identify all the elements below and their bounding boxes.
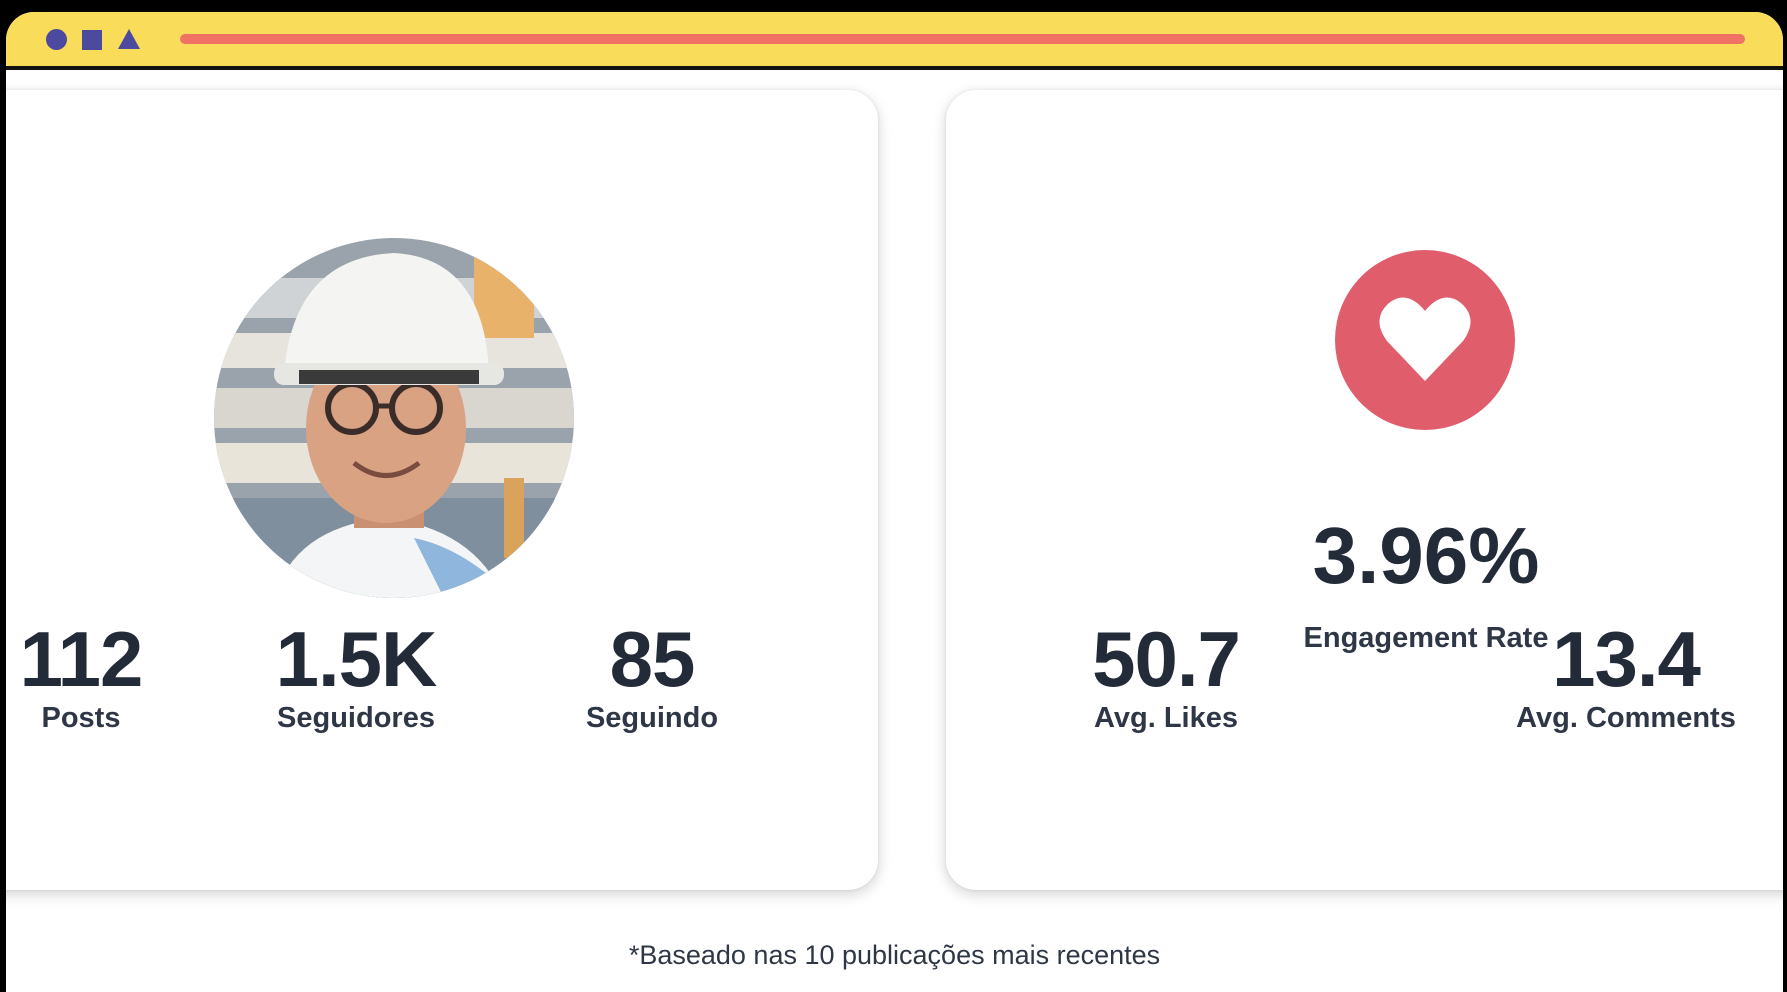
- title-bar: [6, 12, 1783, 70]
- engagement-rate-value: 3.96%: [1312, 511, 1540, 600]
- stat-label: Avg. Comments: [1516, 702, 1736, 734]
- heart-icon: [1335, 250, 1515, 430]
- stat-value: 50.7: [1092, 615, 1241, 703]
- stat-following: 85 Seguindo: [562, 620, 742, 735]
- stat-avg-likes: 50.7 Avg. Likes: [1086, 620, 1246, 735]
- browser-window: 112 Posts 1.5K Seguidores 85 Seguindo 3.…: [6, 12, 1783, 992]
- stat-avg-comments: 13.4 Avg. Comments: [1506, 620, 1746, 735]
- avatar: [214, 238, 574, 598]
- footnote: *Baseado nas 10 publicações mais recente…: [628, 940, 1161, 970]
- stat-value: 112: [19, 615, 144, 703]
- engagement-card: 3.96% Engagement Rate 50.7 Avg. Likes 13…: [946, 90, 1783, 890]
- stat-value: 13.4: [1552, 615, 1701, 703]
- square-icon: [82, 30, 102, 50]
- address-bar[interactable]: [180, 34, 1745, 44]
- stat-value: 1.5K: [275, 615, 438, 703]
- stat-label: Seguidores: [277, 702, 435, 734]
- stat-posts: 112 Posts: [6, 620, 156, 735]
- page-content: 112 Posts 1.5K Seguidores 85 Seguindo 3.…: [6, 70, 1783, 992]
- stat-label: Posts: [41, 702, 121, 734]
- stat-value: 85: [609, 615, 696, 703]
- stat-followers: 1.5K Seguidores: [256, 620, 456, 735]
- triangle-icon: [118, 29, 140, 49]
- circle-icon: [46, 29, 67, 50]
- stat-label: Seguindo: [585, 702, 719, 734]
- stat-label: Avg. Likes: [1094, 702, 1238, 734]
- profile-card: 112 Posts 1.5K Seguidores 85 Seguindo: [6, 90, 878, 890]
